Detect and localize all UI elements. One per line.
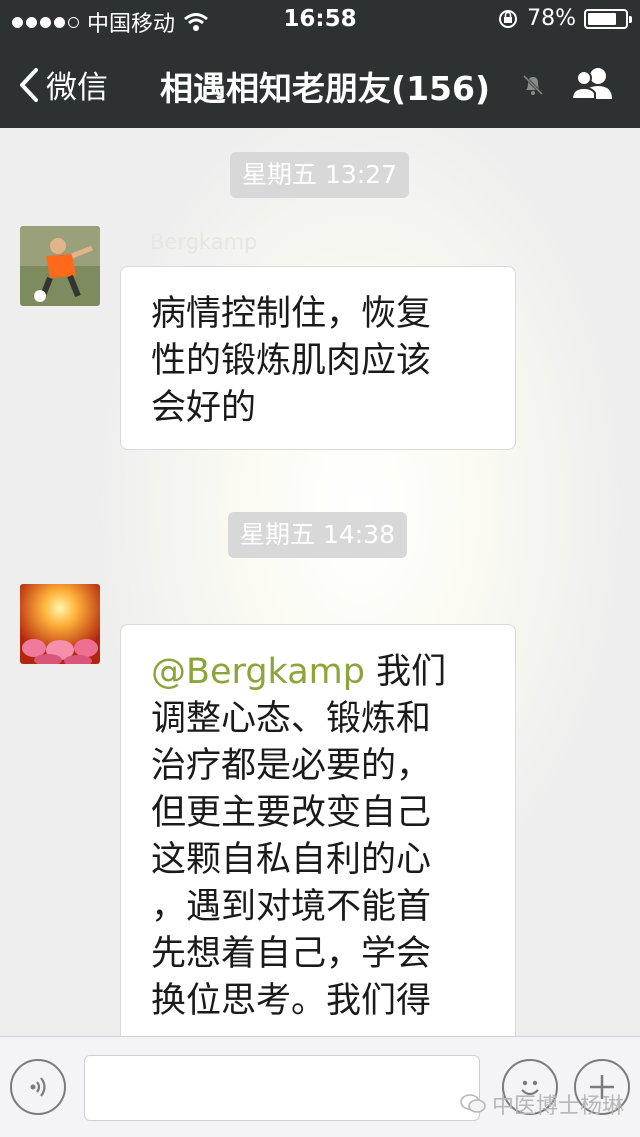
orientation-lock-icon <box>499 9 518 28</box>
voice-icon <box>30 1077 46 1097</box>
mention-link[interactable]: @Bergkamp <box>151 652 365 692</box>
battery-icon <box>584 8 632 29</box>
watermark-text: 中医博士杨琳 <box>492 1094 625 1119</box>
timestamp-chip: 星期五 13:27 <box>230 152 409 198</box>
wechat-logo-icon <box>460 1094 486 1113</box>
mute-bell-icon <box>522 74 544 96</box>
battery-level <box>588 12 616 25</box>
message-line: 换位思考。我们得 <box>151 981 432 1021</box>
message-line: @Bergkamp 我们 <box>151 649 485 696</box>
timestamp-chip: 星期五 14:38 <box>228 512 407 558</box>
status-right: 78% <box>497 6 632 31</box>
message-text: 我们 <box>364 652 447 692</box>
sender-name: Bergkamp <box>150 230 258 254</box>
message-line: 治疗都是必要的， <box>151 746 432 786</box>
message-bubble[interactable]: @Bergkamp 我们 调整心态、锻炼和 治疗都是必要的， 但更主要改变自己 … <box>120 624 516 1036</box>
message-line: 性的锻炼肌肉应该 <box>151 341 432 381</box>
group-members-icon[interactable] <box>570 66 616 100</box>
message-line: 但更主要改变自己 <box>151 793 432 833</box>
input-bar <box>0 1036 640 1137</box>
message-line: 这颗自私自利的心 <box>151 840 432 880</box>
watermark: 中医博士杨琳 <box>460 1088 624 1120</box>
voice-button[interactable] <box>10 1059 66 1115</box>
message-line: 调整心态、锻炼和 <box>151 699 432 739</box>
chat-area[interactable]: 星期五 13:27 Bergkamp 病情控制住，恢复 性的锻炼肌肉应该 会好的… <box>0 128 640 1036</box>
message-line: ，遇到对境不能首 <box>151 887 432 927</box>
back-button[interactable]: 微信 <box>18 62 108 107</box>
message-input[interactable] <box>84 1055 480 1121</box>
message-bubble[interactable]: 病情控制住，恢复 性的锻炼肌肉应该 会好的 <box>120 266 516 450</box>
battery-percent: 78% <box>527 6 576 31</box>
chat-title: 相遇相知老朋友(156) <box>160 69 491 108</box>
status-bar: 中国移动 16:58 78% <box>0 0 640 40</box>
nav-bar: 微信 相遇相知老朋友(156) <box>0 40 640 128</box>
back-chevron-icon <box>20 67 38 102</box>
avatar[interactable] <box>20 226 100 306</box>
avatar[interactable] <box>20 584 100 664</box>
back-label: 微信 <box>46 70 108 106</box>
message-line: 病情控制住，恢复 <box>151 294 432 334</box>
message-line: 先想着自己，学会 <box>151 934 432 974</box>
message-line: 会好的 <box>151 388 257 428</box>
avatar-lotus-sunrise-image <box>20 584 100 664</box>
avatar-soccer-player-image <box>20 226 100 306</box>
